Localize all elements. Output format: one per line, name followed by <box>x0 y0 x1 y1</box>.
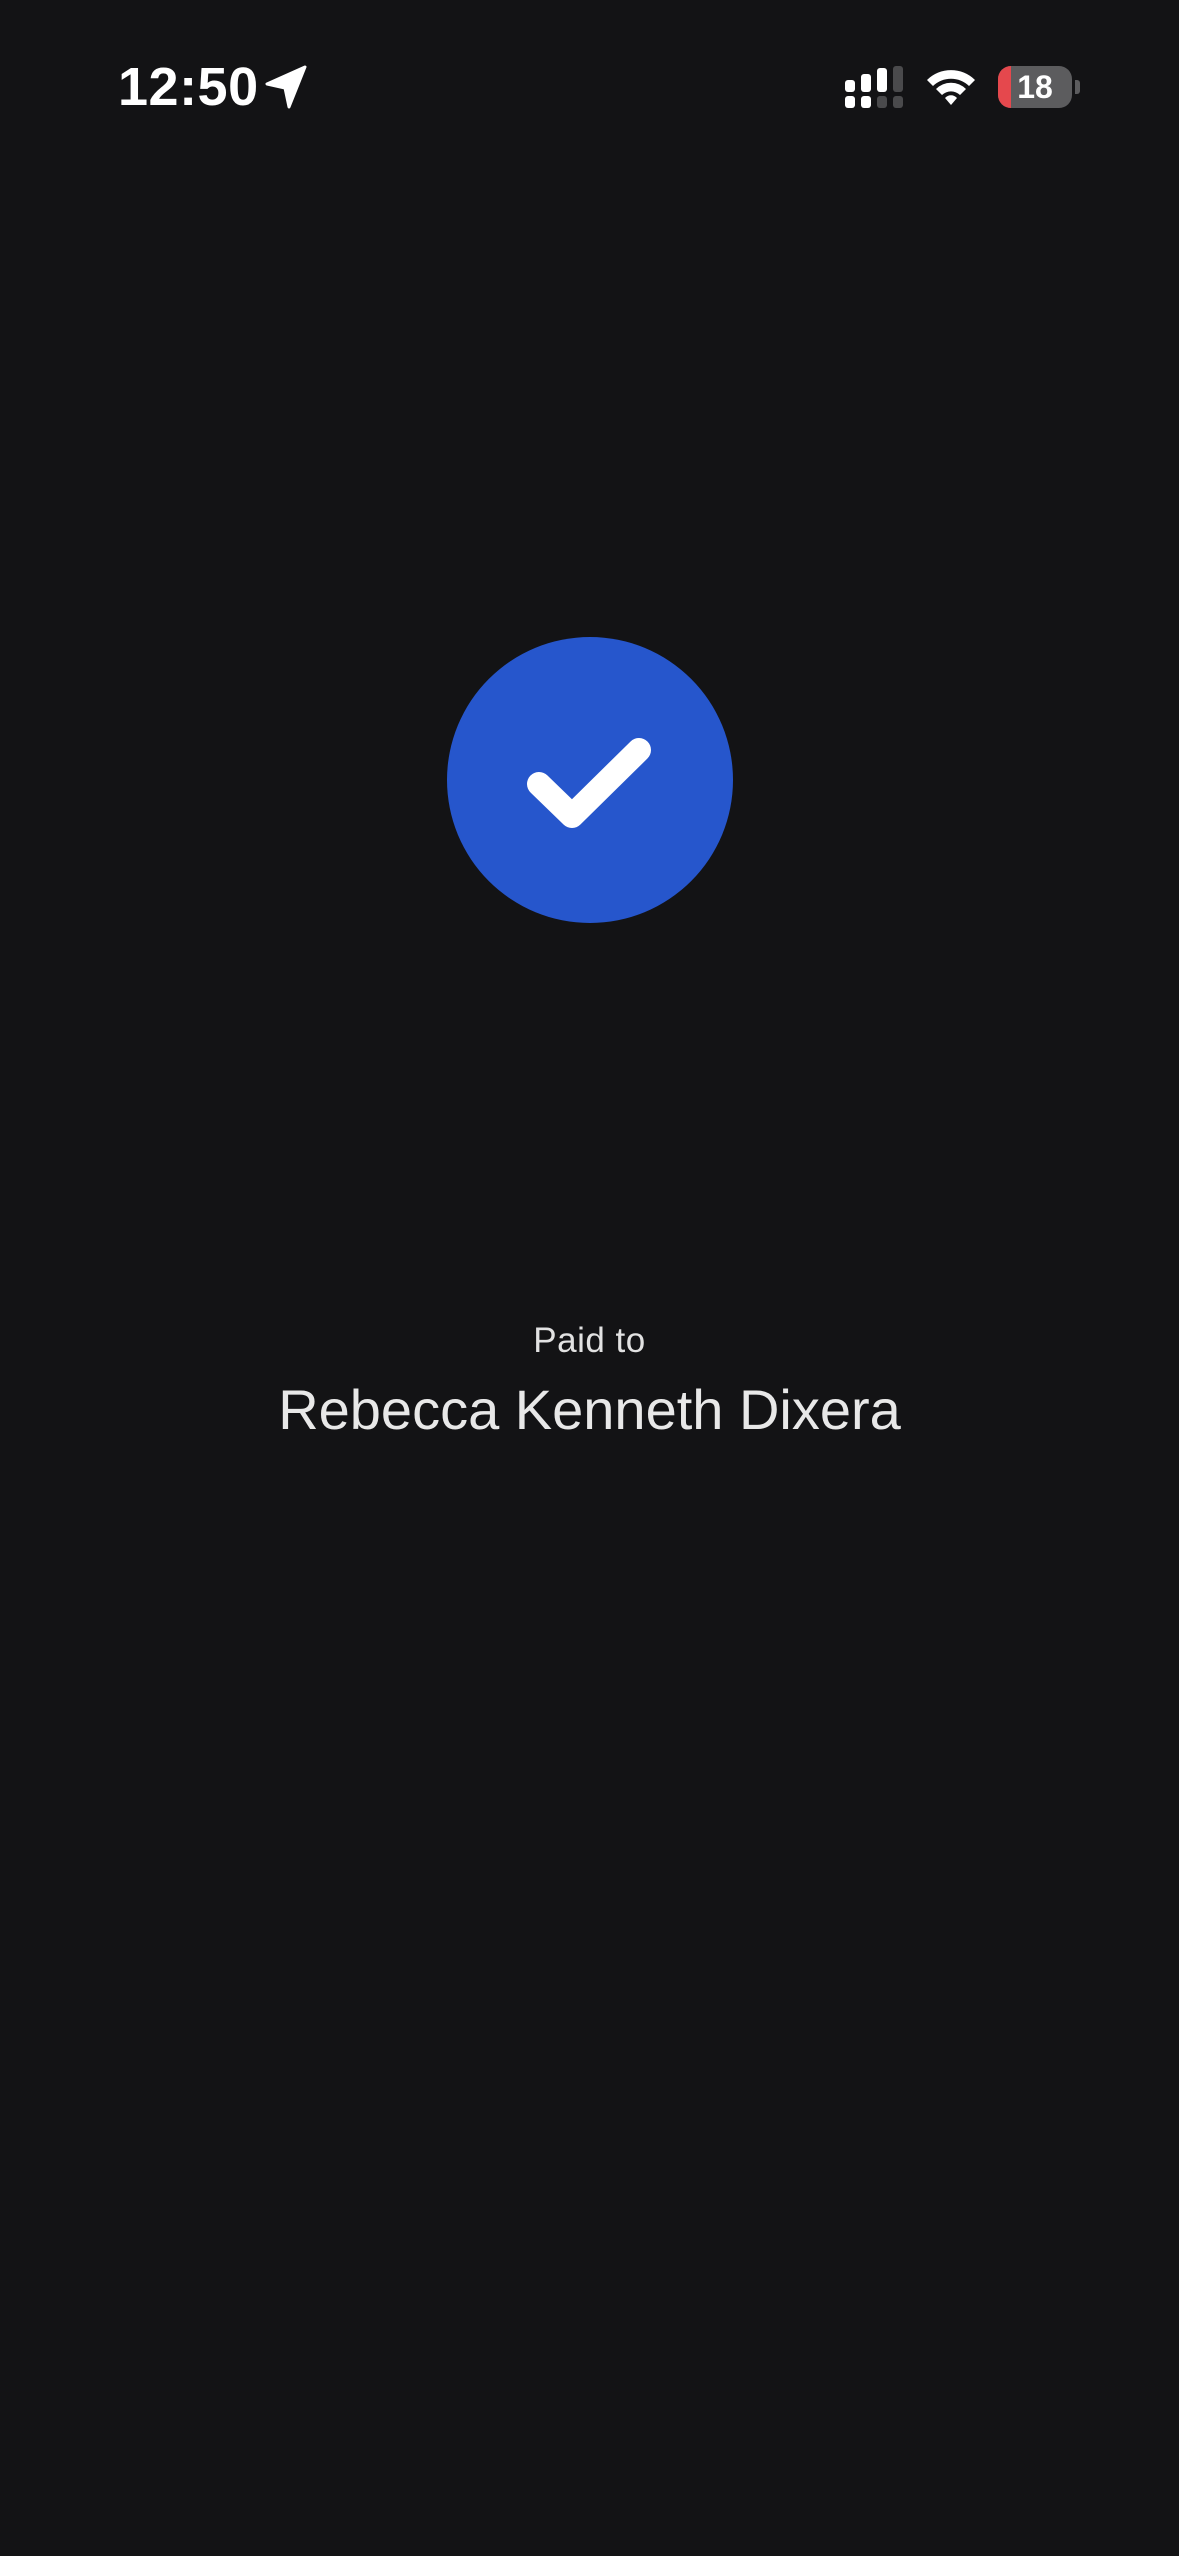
checkmark-icon <box>527 738 651 828</box>
status-bar: 12:50 18 <box>0 0 1179 175</box>
battery-body: 18 <box>998 66 1072 108</box>
payee-name: Rebecca Kenneth Dixera <box>278 1378 901 1441</box>
cellular-signal-icon <box>845 66 903 108</box>
battery-cap <box>1075 80 1080 94</box>
battery-level: 18 <box>1017 69 1053 105</box>
success-badge <box>447 637 733 923</box>
location-arrow-icon <box>265 65 307 109</box>
wifi-icon <box>927 70 975 105</box>
paid-to-label: Paid to <box>533 1321 646 1360</box>
battery-icon: 18 <box>998 66 1080 108</box>
status-time: 12:50 <box>118 57 259 117</box>
